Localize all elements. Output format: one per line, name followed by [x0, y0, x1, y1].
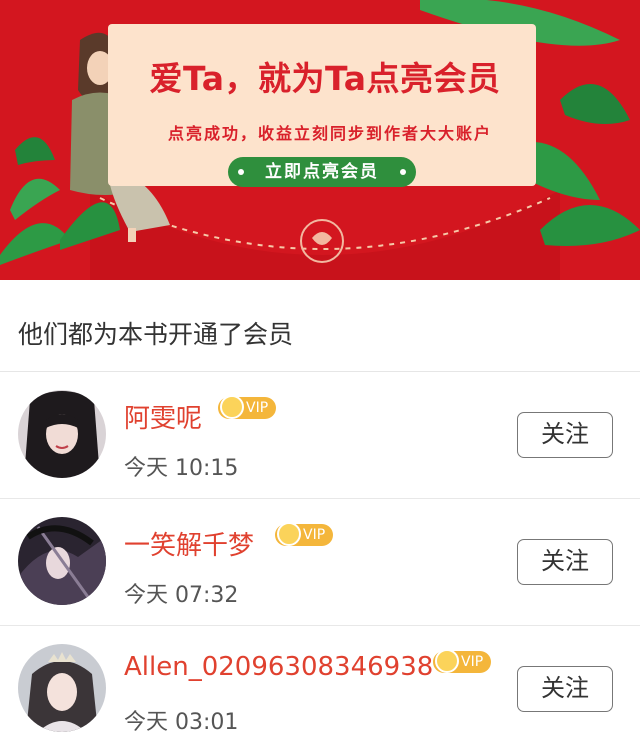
vip-badge: VIP [433, 649, 492, 673]
follow-button[interactable]: 关注 [517, 539, 613, 585]
dot-icon [238, 169, 244, 175]
vip-badge: VIP [275, 522, 334, 546]
banner-subtitle: 点亮成功，收益立刻同步到作者大大账户 [167, 124, 492, 143]
member-time: 今天 07:32 [124, 583, 239, 608]
member-time: 今天 03:01 [124, 710, 239, 735]
light-up-membership-button[interactable]: 立即点亮会员 [228, 157, 416, 187]
follow-button[interactable]: 关注 [517, 666, 613, 712]
crown-icon [277, 522, 301, 546]
dot-icon [400, 169, 406, 175]
avatar[interactable] [18, 390, 106, 478]
member-time: 今天 10:15 [124, 456, 239, 481]
member-row[interactable]: 一笑解千梦 VIP 今天 07:32 关注 [0, 499, 640, 626]
membership-banner[interactable]: 爱Ta，就为Ta点亮会员 点亮成功，收益立刻同步到作者大大账户 立即点亮会员 [0, 0, 640, 280]
avatar[interactable] [18, 644, 106, 732]
crown-icon [220, 395, 244, 419]
section-title: 他们都为本书开通了会员 [0, 280, 640, 372]
crown-icon [435, 649, 459, 673]
member-name[interactable]: 一笑解千梦 [124, 525, 254, 562]
member-name[interactable]: 阿雯呢 [124, 398, 202, 435]
member-name[interactable]: Allen_02096308346938 [124, 652, 433, 682]
member-row[interactable]: 阿雯呢 VIP 今天 10:15 关注 [0, 372, 640, 499]
member-row[interactable]: Allen_02096308346938 VIP 今天 03:01 关注 [0, 626, 640, 753]
avatar[interactable] [18, 517, 106, 605]
cta-label: 立即点亮会员 [265, 162, 379, 182]
vip-badge: VIP [218, 395, 277, 419]
follow-button[interactable]: 关注 [517, 412, 613, 458]
banner-title: 爱Ta，就为Ta点亮会员 [149, 59, 501, 98]
